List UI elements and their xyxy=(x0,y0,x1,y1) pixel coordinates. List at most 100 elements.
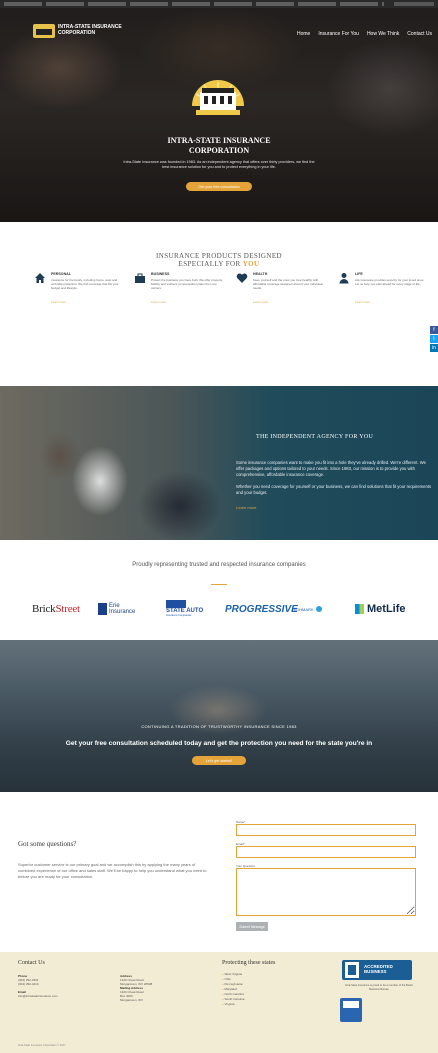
home-icon xyxy=(35,273,45,283)
erie-insurance-logo[interactable]: Erie Insurance xyxy=(98,600,135,618)
copyright: Intra-State Insurance Corporation © 2017 xyxy=(18,1044,66,1047)
get-started-button[interactable]: Let's get started! xyxy=(192,756,246,765)
product-health: HEALTH Keep yourself and the ones you lo… xyxy=(236,270,326,330)
header-logo-icon[interactable] xyxy=(33,24,55,38)
state-auto-logo[interactable]: STATE AUTO Insurance Companies xyxy=(166,600,203,618)
nav-insurance-for-you[interactable]: Insurance For You xyxy=(318,31,359,37)
linkedin-icon[interactable]: in xyxy=(430,344,438,352)
brickstreet-logo[interactable]: Brick Street xyxy=(32,600,80,618)
partners-heading: Proudly representing trusted and respect… xyxy=(132,562,306,568)
products-heading-accent: YOU xyxy=(242,260,260,268)
hero-title-line-2: CORPORATION xyxy=(188,146,250,155)
state-item[interactable]: Virginia xyxy=(222,1002,244,1007)
person-icon xyxy=(339,273,349,284)
footer-address-block: Address 1320 Cheat Road Morgantown, WV 2… xyxy=(120,974,152,1002)
questions-heading: Got some questions? xyxy=(18,840,77,848)
metlife-mark-icon xyxy=(355,604,364,614)
product-description: Protect the business you have built. We … xyxy=(151,278,223,290)
mailing-line-3: Morgantown, WV xyxy=(120,998,144,1002)
states-list: West Virginia Ohio Pennsylvania Maryland… xyxy=(222,972,245,1007)
bbb-seal-icon xyxy=(345,962,359,978)
product-title: LIFE xyxy=(355,272,363,276)
footer-email-block: Email info@intrastateinsurance.com xyxy=(18,990,58,998)
hero-description: Intra-State Insurance was founded in 198… xyxy=(123,160,315,169)
header-brand[interactable]: INTRA-STATE INSURANCE CORPORATION xyxy=(58,24,122,36)
agency-paragraph-2: Whether you need coverage for yourself o… xyxy=(236,484,432,495)
footer-phone-block: Phone (304) 292-4391 (304) 292-4419 xyxy=(18,974,39,986)
product-description: Life insurance provides security for you… xyxy=(355,278,425,286)
products-heading-line-1: INSURANCE PRODUCTS DESIGNED xyxy=(156,252,282,260)
free-consultation-button[interactable]: Get your free consultation xyxy=(186,182,252,191)
brickstreet-text-b: Street xyxy=(55,603,80,615)
browser-tab-bar xyxy=(0,0,438,8)
questions-text: Superior customer service is our primary… xyxy=(18,862,207,879)
twitter-icon[interactable]: t xyxy=(430,335,438,343)
products-heading: INSURANCE PRODUCTS DESIGNED ESPECIALLY F… xyxy=(110,252,328,268)
metlife-logo[interactable]: MetLife xyxy=(355,600,406,618)
progressive-logo[interactable]: PROGRESSIVE xyxy=(225,600,298,618)
briefcase-icon xyxy=(135,273,145,283)
cta-headline: Get your free consultation scheduled tod… xyxy=(65,740,373,747)
erie-text-2: Insurance xyxy=(109,609,136,615)
email-input[interactable] xyxy=(236,846,416,858)
footer-states-title: Protecting these states xyxy=(222,960,276,966)
product-title: PERSONAL xyxy=(51,272,71,276)
main-nav: Home Insurance For You How We Think Cont… xyxy=(297,31,432,37)
product-learn-more-link[interactable]: Learn more xyxy=(51,300,66,304)
nav-contact-us[interactable]: Contact Us xyxy=(407,31,432,37)
bbb-accredited-badge[interactable]: ACCREDITED BUSINESS xyxy=(342,960,412,980)
name-input[interactable] xyxy=(236,824,416,836)
heart-icon xyxy=(236,273,248,283)
cta-section: CONTINUING A TRADITION OF TRUSTWORTHY IN… xyxy=(0,640,438,792)
submit-message-button[interactable]: Submit Message xyxy=(236,922,268,931)
product-description: Insurance for the family, including home… xyxy=(51,278,119,290)
hero-title: INTRA-STATE INSURANCE CORPORATION xyxy=(100,136,338,156)
blue-cross-icon xyxy=(315,606,322,612)
nav-how-we-think[interactable]: How We Think xyxy=(367,31,399,37)
highmark-text: HIGHMARK xyxy=(292,606,314,612)
products-heading-line-2: ESPECIALLY FOR xyxy=(178,260,241,268)
cta-tagline: CONTINUING A TRADITION OF TRUSTWORTHY IN… xyxy=(141,724,297,729)
erie-mark-icon xyxy=(98,603,107,615)
browser-tray xyxy=(394,2,434,6)
cta-overlay xyxy=(0,640,438,792)
products-section: INSURANCE PRODUCTS DESIGNED ESPECIALLY F… xyxy=(0,222,438,330)
state-auto-mark-icon xyxy=(166,600,186,608)
product-title: HEALTH xyxy=(253,272,268,276)
metlife-text: MetLife xyxy=(367,603,406,615)
product-learn-more-link[interactable]: Learn more xyxy=(253,300,268,304)
brickstreet-text-a: Brick xyxy=(32,603,56,615)
bbb-note: Intra-State Insurance is proud to be a m… xyxy=(345,984,413,991)
agency-paragraph-1: Some insurance companies want to make yo… xyxy=(236,460,426,477)
facebook-icon[interactable]: f xyxy=(430,326,438,334)
contact-form-section: Got some questions? Superior customer se… xyxy=(0,792,438,952)
question-textarea[interactable] xyxy=(236,868,416,916)
partners-section: Proudly representing trusted and respect… xyxy=(0,540,438,640)
hero-title-line-1: INTRA-STATE INSURANCE xyxy=(167,136,271,145)
product-learn-more-link[interactable]: Learn more xyxy=(151,300,166,304)
agency-learn-more-link[interactable]: Learn more xyxy=(236,505,256,510)
independent-agency-section: THE INDEPENDENT AGENCY FOR YOU Some insu… xyxy=(0,386,438,540)
product-description: Keep yourself and the ones you love heal… xyxy=(253,278,323,290)
highmark-logo[interactable]: HIGHMARK xyxy=(292,600,322,618)
phone-2[interactable]: (304) 292-4419 xyxy=(18,982,39,986)
browser-tabs[interactable] xyxy=(4,2,384,6)
footer: Contact Us Phone (304) 292-4391 (304) 29… xyxy=(0,952,438,1053)
product-business: BUSINESS Protect the business you have b… xyxy=(134,270,224,330)
partners-divider xyxy=(211,584,227,585)
product-life: LIFE Life insurance provides security fo… xyxy=(338,270,428,330)
nav-home[interactable]: Home xyxy=(297,31,310,37)
footer-email-link[interactable]: info@intrastateinsurance.com xyxy=(18,994,58,998)
footer-contact-title: Contact Us xyxy=(18,960,45,966)
brand-line-2: CORPORATION xyxy=(58,30,96,36)
agency-title: THE INDEPENDENT AGENCY FOR YOU xyxy=(256,434,374,440)
company-emblem-icon xyxy=(192,80,244,115)
product-personal: PERSONAL Insurance for the family, inclu… xyxy=(34,270,124,330)
state-auto-subtext: Insurance Companies xyxy=(166,614,192,617)
bbb-text-2: BUSINESS xyxy=(364,969,387,974)
social-share-bar: f t in xyxy=(430,326,438,353)
product-title: BUSINESS xyxy=(151,272,170,276)
hero-section: INTRA-STATE INSURANCE CORPORATION Home I… xyxy=(0,8,438,222)
product-learn-more-link[interactable]: Learn more xyxy=(355,300,370,304)
secondary-badge-icon[interactable] xyxy=(340,998,362,1022)
